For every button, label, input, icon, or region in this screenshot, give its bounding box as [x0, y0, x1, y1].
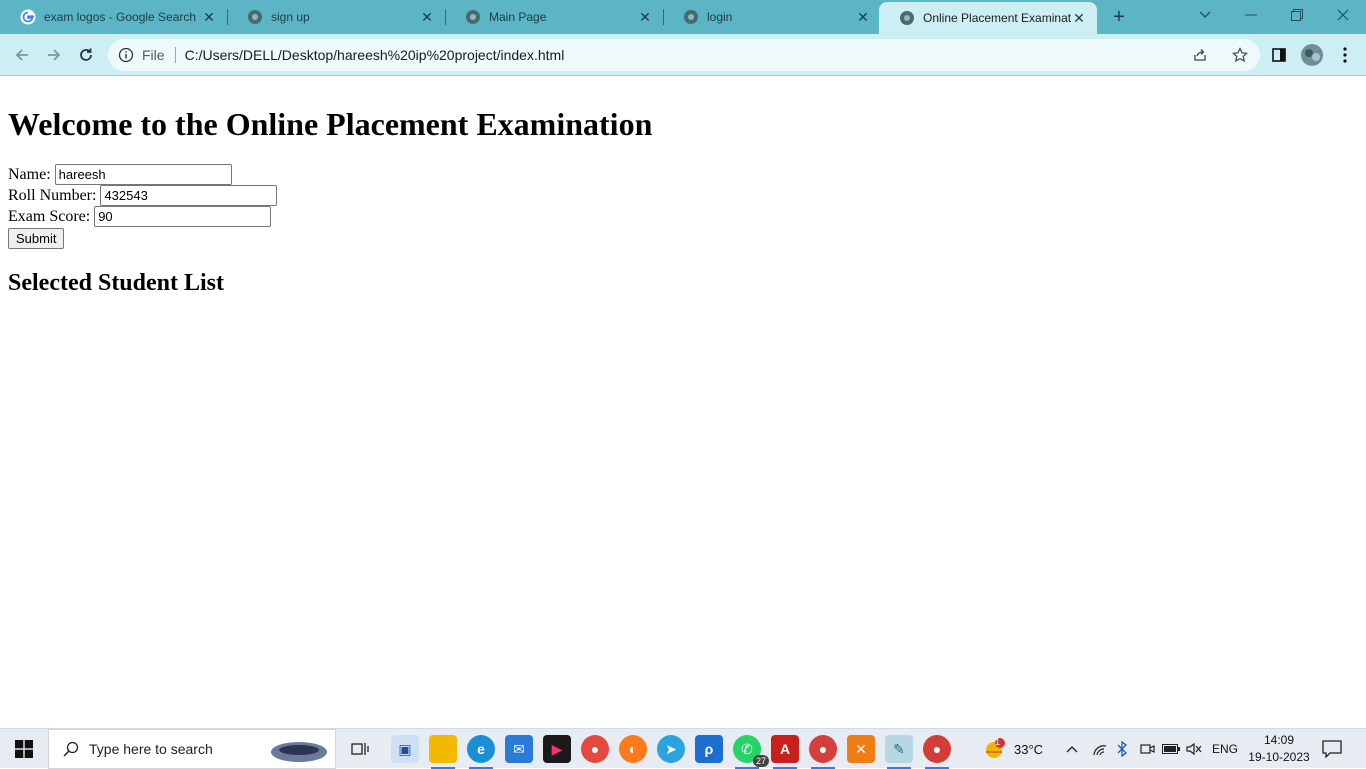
more-options-icon[interactable] — [1333, 43, 1357, 67]
tab-title: sign up — [271, 10, 310, 24]
close-tab-icon[interactable]: ✕ — [419, 9, 435, 25]
tab-search-chevron-icon[interactable] — [1182, 0, 1228, 30]
close-tab-icon[interactable]: ✕ — [637, 9, 653, 25]
language-indicator[interactable]: ENG — [1212, 729, 1238, 769]
search-placeholder: Type here to search — [89, 741, 213, 757]
remote-app-icon[interactable]: ρ — [695, 735, 723, 763]
globe-icon — [466, 10, 480, 24]
forward-arrow-icon[interactable] — [42, 43, 66, 67]
close-tab-icon[interactable]: ✕ — [855, 9, 871, 25]
scheme-label: File — [142, 47, 165, 63]
clock-date: 19-10-2023 — [1248, 750, 1310, 764]
tab-online-placement[interactable]: Online Placement Examinati ✕ — [879, 2, 1097, 34]
news-widget-icon[interactable]: ▣ — [391, 735, 419, 763]
name-input[interactable] — [54, 164, 232, 185]
notepad-icon[interactable]: ✎ — [885, 735, 913, 769]
tab-main-page[interactable]: Main Page ✕ — [445, 0, 663, 34]
share-icon[interactable] — [1188, 39, 1212, 71]
weather-badge: 1 — [995, 737, 1001, 747]
firefox-icon[interactable]: ◐ — [619, 735, 647, 763]
bluetooth-icon[interactable] — [1116, 729, 1128, 769]
exam-form: Name: Roll Number: Exam Score: Submit — [8, 164, 1358, 249]
notifications-icon[interactable] — [1322, 729, 1342, 769]
address-divider — [174, 47, 176, 63]
roll-number-row: Roll Number: — [8, 185, 1358, 206]
reload-icon[interactable] — [74, 43, 98, 67]
weather-sun-icon — [986, 738, 1005, 758]
telegram-icon[interactable]: ➤ — [657, 735, 685, 763]
windows-start-icon[interactable] — [0, 729, 48, 769]
edge-browser-icon[interactable]: e — [467, 735, 495, 769]
selected-student-list-heading: Selected Student List — [8, 270, 224, 296]
taskbar-search-box[interactable]: Type here to search — [48, 729, 336, 769]
tab-sign-up[interactable]: sign up ✕ — [227, 0, 445, 34]
minimize-icon[interactable] — [1228, 0, 1274, 30]
media-player-icon[interactable]: ▶ — [543, 735, 571, 763]
tab-title: Main Page — [489, 10, 547, 24]
roll-number-input[interactable] — [100, 185, 278, 206]
whatsapp-icon[interactable]: ✆ 27 — [733, 735, 769, 769]
submit-button[interactable]: Submit — [8, 228, 65, 249]
temperature-text: 33°C — [1014, 741, 1044, 757]
tab-title: exam logos - Google Search — [44, 10, 197, 24]
browser-tab-strip: exam logos - Google Search ✕ sign up ✕ M… — [0, 0, 1366, 34]
language-text: ENG — [1212, 742, 1239, 756]
clock[interactable]: 14:09 19-10-2023 — [1248, 729, 1310, 769]
battery-icon[interactable] — [1162, 729, 1180, 769]
chrome-icon[interactable]: ● — [581, 735, 609, 763]
globe-icon — [684, 10, 698, 24]
tab-google-search[interactable]: exam logos - Google Search ✕ — [0, 0, 227, 34]
search-icon — [63, 741, 79, 757]
close-window-icon[interactable] — [1320, 0, 1366, 30]
mail-icon[interactable]: ✉ — [505, 735, 533, 763]
profile-avatar-icon[interactable] — [1300, 43, 1324, 67]
name-row: Name: — [8, 164, 1358, 185]
show-hidden-icons-chevron-icon[interactable] — [1066, 729, 1078, 769]
exam-score-input[interactable] — [94, 206, 272, 227]
restore-icon[interactable] — [1274, 0, 1320, 30]
close-tab-icon[interactable]: ✕ — [201, 9, 217, 25]
search-highlight-image-icon — [271, 742, 327, 762]
meet-now-icon[interactable] — [1139, 729, 1155, 769]
roll-number-label: Roll Number: — [8, 187, 97, 204]
bookmark-star-icon[interactable] — [1228, 39, 1252, 71]
browser-toolbar: File C:/Users/DELL/Desktop/hareesh%20ip%… — [0, 34, 1366, 76]
file-explorer-icon[interactable] — [429, 735, 457, 769]
windows-taskbar: Type here to search ▣ e ✉ ▶ ● ◐ ➤ ρ ✆ 27… — [0, 728, 1366, 769]
page-content: Welcome to the Online Placement Examinat… — [0, 77, 1366, 728]
back-arrow-icon[interactable] — [10, 43, 34, 67]
xampp-icon[interactable]: ✕ — [847, 735, 875, 763]
side-panel-icon[interactable] — [1267, 43, 1291, 67]
exam-score-label: Exam Score: — [8, 208, 91, 225]
chrome-profile-icon[interactable]: ● — [809, 735, 837, 769]
exam-score-row: Exam Score: — [8, 206, 1358, 227]
google-g-icon — [20, 9, 36, 25]
clock-time: 14:09 — [1263, 733, 1295, 747]
tab-title: login — [707, 10, 733, 24]
whatsapp-badge: 27 — [752, 755, 769, 767]
tab-login[interactable]: login ✕ — [663, 0, 881, 34]
info-icon[interactable] — [118, 47, 134, 63]
globe-icon — [900, 11, 914, 25]
globe-icon — [248, 10, 262, 24]
acrobat-icon[interactable]: A — [771, 735, 799, 769]
tab-title: Online Placement Examinati — [923, 11, 1071, 25]
wifi-icon[interactable] — [1092, 729, 1108, 769]
weather-widget[interactable]: 1 33°C — [982, 729, 1043, 769]
chrome-window-icon[interactable]: ● — [923, 735, 951, 769]
volume-muted-icon[interactable] — [1186, 729, 1202, 769]
page-title: Welcome to the Online Placement Examinat… — [8, 106, 653, 142]
task-view-icon[interactable] — [346, 729, 374, 769]
name-label: Name: — [8, 166, 51, 183]
close-tab-icon[interactable]: ✕ — [1071, 10, 1087, 26]
url-text[interactable]: C:/Users/DELL/Desktop/hareesh%20ip%20pro… — [185, 47, 1260, 63]
new-tab-plus-icon[interactable]: + — [1109, 7, 1129, 27]
address-bar[interactable]: File C:/Users/DELL/Desktop/hareesh%20ip%… — [108, 39, 1260, 71]
